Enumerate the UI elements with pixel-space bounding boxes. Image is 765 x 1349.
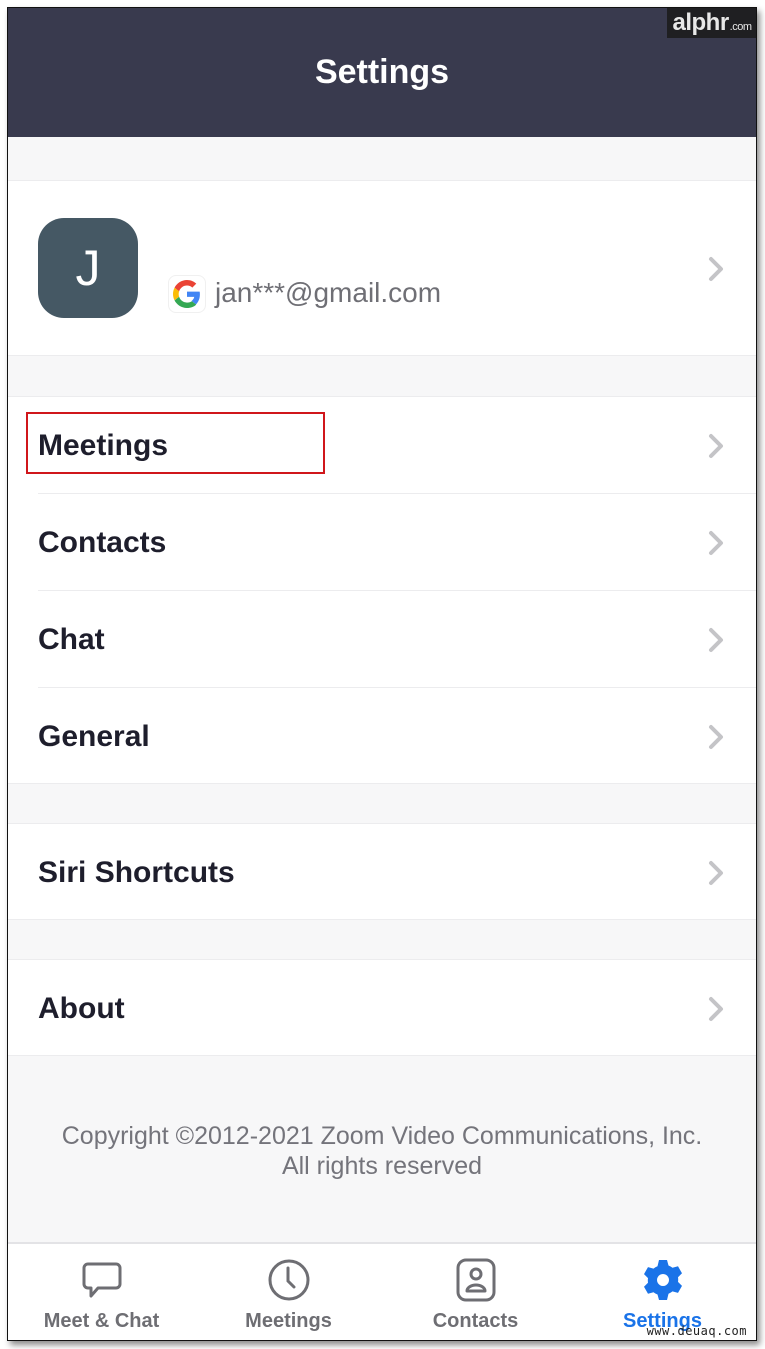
settings-group-about: About [8, 959, 756, 1056]
watermark-suffix: .com [729, 21, 752, 33]
settings-item-general[interactable]: General [8, 688, 756, 785]
tab-meetings[interactable]: Meetings [195, 1244, 382, 1340]
chevron-right-icon [709, 627, 723, 652]
copyright-line-2: All rights reserved [281, 1152, 483, 1180]
clock-icon [268, 1259, 309, 1301]
tab-label: Contacts [432, 1310, 519, 1332]
chevron-right-icon [709, 860, 723, 885]
settings-item-about[interactable]: About [8, 960, 756, 1057]
page-title: Settings [314, 53, 450, 91]
bottom-tab-bar: Meet & Chat Meetings Contacts Settings [8, 1242, 756, 1340]
account-email: jan***@gmail.com [215, 277, 442, 308]
profile-row[interactable]: J jan***@gmail.com [8, 180, 756, 356]
settings-item-siri-shortcuts[interactable]: Siri Shortcuts [8, 824, 756, 921]
site-watermark: www.deuaq.com [646, 1324, 747, 1338]
tab-contacts[interactable]: Contacts [382, 1244, 569, 1340]
chevron-right-icon [709, 257, 723, 281]
google-icon [168, 275, 206, 313]
settings-item-chat[interactable]: Chat [8, 591, 756, 688]
alphr-watermark: alphr .com [667, 8, 756, 38]
avatar: J [38, 218, 138, 318]
settings-item-label: General [38, 719, 150, 753]
settings-item-label: Siri Shortcuts [38, 855, 235, 889]
copyright-text: Copyright ©2012-2021 Zoom Video Communic… [8, 1121, 756, 1181]
settings-item-contacts[interactable]: Contacts [8, 494, 756, 591]
settings-group-siri: Siri Shortcuts [8, 823, 756, 920]
settings-item-label: Contacts [38, 525, 167, 559]
settings-item-label: About [38, 991, 125, 1025]
avatar-initial: J [75, 240, 101, 296]
contact-card-icon [456, 1258, 495, 1302]
copyright-line-1: Copyright ©2012-2021 Zoom Video Communic… [61, 1122, 703, 1150]
chat-bubble-icon [82, 1262, 121, 1298]
tab-label: Meet & Chat [43, 1310, 160, 1332]
phone-screen: Settings alphr .com J jan***@gmail.com Me… [7, 7, 757, 1341]
nav-header: Settings alphr .com [8, 8, 756, 137]
chevron-right-icon [709, 724, 723, 749]
settings-group-main: Meetings Contacts Chat General [8, 396, 756, 784]
tab-label: Meetings [245, 1310, 332, 1332]
watermark-brand: alphr [672, 9, 729, 36]
tab-meet-chat[interactable]: Meet & Chat [8, 1244, 195, 1340]
chevron-right-icon [709, 996, 723, 1021]
settings-item-meetings[interactable]: Meetings [8, 397, 756, 494]
settings-item-label: Chat [38, 622, 105, 656]
settings-item-label: Meetings [38, 428, 169, 462]
gear-icon [643, 1260, 682, 1300]
chevron-right-icon [709, 433, 723, 458]
chevron-right-icon [709, 530, 723, 555]
